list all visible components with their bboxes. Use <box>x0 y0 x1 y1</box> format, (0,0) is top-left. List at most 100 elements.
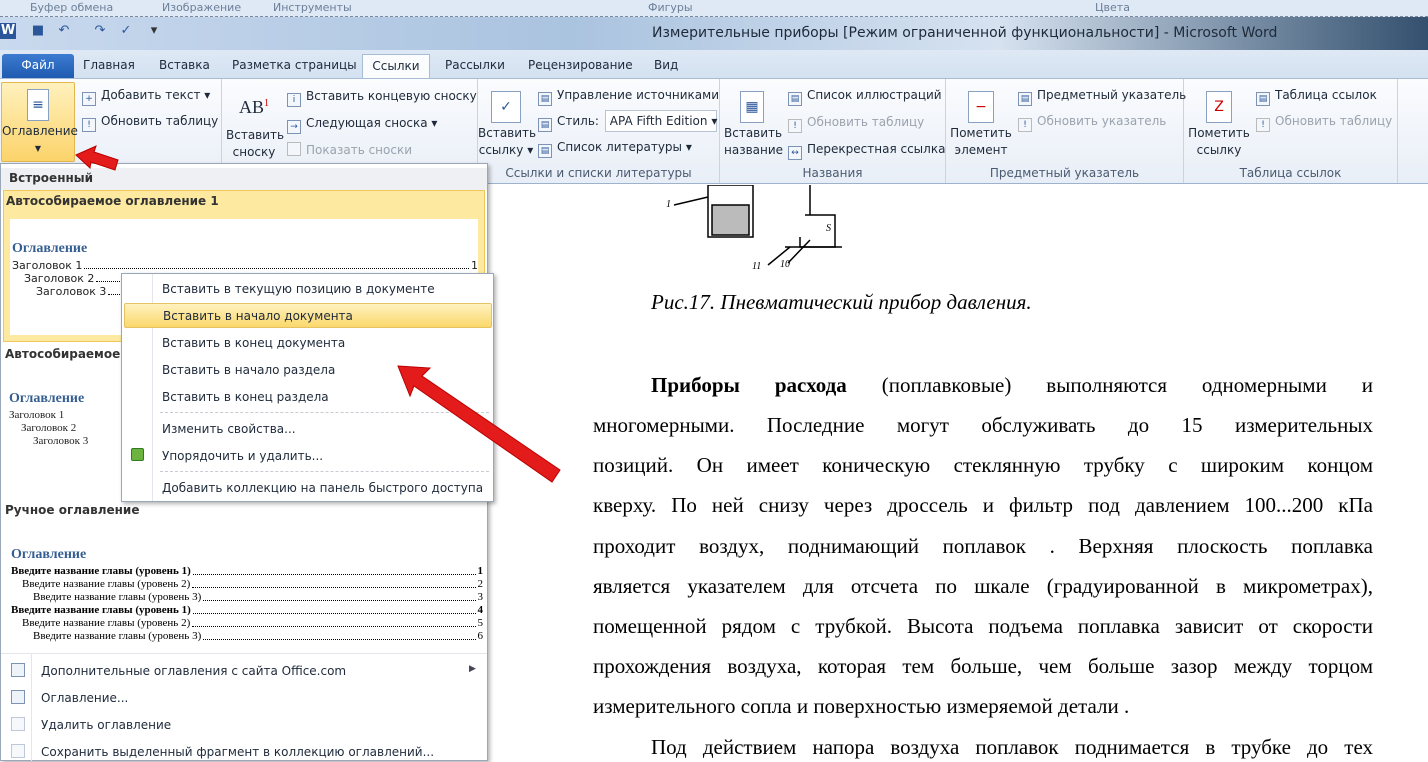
menu-item-insert-section-start[interactable]: Вставить в начало раздела <box>124 358 492 383</box>
spelling-icon[interactable]: ✓ <box>118 23 134 39</box>
menu-item-edit-properties[interactable]: Изменить свойства... <box>124 417 492 442</box>
update-figures-button[interactable]: ! Обновить таблицу <box>788 112 925 133</box>
table-of-figures-button[interactable]: ▤ Список иллюстраций <box>788 85 942 106</box>
menu-item-insert-doc-start[interactable]: Вставить в начало документа <box>124 303 492 328</box>
figure-label: 11 <box>752 261 761 272</box>
tab-insert[interactable]: Вставка <box>151 54 218 78</box>
page: 4 <box>477 604 484 616</box>
toc-line: Введите название главы (уровень 1) 4 <box>11 604 483 617</box>
insert-index-button[interactable]: ▤ Предметный указатель <box>1018 85 1186 106</box>
label: сноску <box>232 145 276 159</box>
figure-caption: Рис.17. Пневматический прибор давления. <box>651 290 1032 314</box>
insert-citation-button[interactable]: ✓ Вставить ссылку ▾ <box>478 85 536 159</box>
insert-position-context-menu: Вставить в текущую позицию в документе В… <box>121 273 494 502</box>
ribbon-tabs: Файл Главная Вставка Разметка страницы С… <box>0 50 1428 78</box>
menu-item-organize-delete[interactable]: Упорядочить и удалить... <box>124 444 492 469</box>
toc-line: Введите название главы (уровень 3) 6 <box>11 630 483 643</box>
label: Следующая сноска <box>306 116 428 130</box>
menu-item-insert-current[interactable]: Вставить в текущую позицию в документе <box>124 277 492 302</box>
text: Введите название главы (уровень 2) <box>22 578 191 590</box>
figure-drawing: 1 11 10 S <box>666 185 842 272</box>
menu-item-toc-dialog[interactable]: Оглавление... <box>41 691 128 705</box>
update-icon: ! <box>1018 118 1032 132</box>
text-line: прохождения воздуха, которая тем больше,… <box>593 654 1373 678</box>
tab-page-layout[interactable]: Разметка страницы <box>224 54 365 78</box>
text-line: Приборы расхода (поплавковые) выполняютс… <box>651 370 1373 400</box>
office-com-icon <box>11 663 25 677</box>
add-text-button[interactable]: + Добавить текст ▾ <box>82 85 210 106</box>
menu-item-insert-doc-end[interactable]: Вставить в конец документа <box>124 331 492 356</box>
add-text-icon: + <box>82 92 96 106</box>
toc-line: Введите название главы (уровень 3) 3 <box>11 591 483 604</box>
tab-file[interactable]: Файл <box>2 54 74 78</box>
update-table-button[interactable]: ! Обновить таблицу <box>82 111 218 132</box>
style-row: ▤ Стиль: APA Fifth Edition ▾ <box>538 110 717 132</box>
text: (поплавковые) выполняются одномерными и <box>846 373 1373 397</box>
text-line: Под действием напора воздуха поплавок по… <box>651 735 1373 759</box>
text-line: кверху. По ней снизу через дроссель и фи… <box>593 493 1373 517</box>
menu-item-more-toc[interactable]: Дополнительные оглавления с сайта Office… <box>41 664 346 678</box>
show-notes-button[interactable]: Показать сноски <box>287 140 412 160</box>
mark-entry-button[interactable]: − Пометить элемент <box>948 85 1014 159</box>
caption-icon: ▦ <box>740 91 764 123</box>
index-icon: ▤ <box>1018 92 1032 106</box>
insert-caption-button[interactable]: ▦ Вставить название <box>724 85 784 159</box>
update-index-button[interactable]: ! Обновить указатель <box>1018 111 1166 132</box>
divider <box>1 653 487 654</box>
menu-item-insert-section-end[interactable]: Вставить в конец раздела <box>124 385 492 410</box>
group-label: Ссылки и списки литературы <box>505 166 692 180</box>
next-footnote-icon: → <box>287 120 301 134</box>
insert-footnote-button[interactable]: AB1 Вставить сноску <box>226 89 284 161</box>
group-label: Буфер обмена <box>30 1 114 14</box>
tab-references[interactable]: Ссылки <box>362 54 430 78</box>
text-line: позиций. Он имеет коническую стеклянную … <box>593 453 1373 477</box>
bibliography-button[interactable]: ▤ Список литературы ▾ <box>538 137 692 158</box>
update-toa-button[interactable]: ! Обновить таблицу <box>1256 111 1393 132</box>
endnote-icon: i <box>287 93 301 107</box>
footnote-icon: AB1 <box>238 97 269 117</box>
title-bar: W ■ ↶ ↷ ✓ ▾ Измерительные приборы [Режим… <box>0 17 1428 50</box>
chevron-down-icon: ▼ <box>34 144 42 153</box>
mark-citation-button[interactable]: Z Пометить ссылку <box>1186 85 1252 159</box>
label: название <box>724 143 784 157</box>
tab-mailings[interactable]: Рассылки <box>437 54 513 78</box>
label: Обновить таблицу <box>807 115 925 129</box>
redo-icon[interactable]: ↷ <box>92 23 108 39</box>
tab-view[interactable]: Вид <box>646 54 686 78</box>
toa-icon: ▤ <box>1256 92 1270 106</box>
save-icon[interactable]: ■ <box>30 23 46 39</box>
group-label: Предметный указатель <box>989 166 1140 180</box>
label: Вставить концевую сноску <box>306 89 477 103</box>
next-footnote-button[interactable]: → Следующая сноска ▾ <box>287 113 437 134</box>
undo-icon[interactable]: ↶ <box>56 23 72 39</box>
toc-label: Оглавление <box>2 124 78 138</box>
mark-entry-icon: − <box>968 91 994 123</box>
label: ссылку <box>1196 143 1242 157</box>
text: Введите название главы (уровень 1) <box>11 604 191 616</box>
tab-review[interactable]: Рецензирование <box>520 54 641 78</box>
toc-line: Введите название главы (уровень 2) 2 <box>11 578 483 591</box>
tab-home[interactable]: Главная <box>75 54 143 78</box>
label: Добавить текст <box>101 88 201 102</box>
menu-item-remove-toc[interactable]: Удалить оглавление <box>41 718 171 732</box>
text: Введите название главы (уровень 3) <box>33 630 202 642</box>
divider <box>160 412 489 413</box>
group-citations: ✓ Вставить ссылку ▾ ▤ Управление источника… <box>478 79 720 183</box>
label: ссылку <box>478 143 524 157</box>
text: Заголовок 2 <box>24 272 95 285</box>
toc-manual-option[interactable]: Ручное оглавление Оглавление Введите наз… <box>5 503 483 653</box>
group-label: Изображение <box>162 1 242 14</box>
page: 6 <box>477 630 484 642</box>
style-dropdown[interactable]: APA Fifth Edition ▾ <box>604 110 717 132</box>
figure-label: 10 <box>780 259 790 270</box>
menu-item-add-to-qat[interactable]: Добавить коллекцию на панель быстрого до… <box>124 476 492 501</box>
insert-toa-button[interactable]: ▤ Таблица ссылок <box>1256 85 1377 106</box>
menu-item-save-selection[interactable]: Сохранить выделенный фрагмент в коллекци… <box>41 745 434 759</box>
text: Заголовок 3 <box>36 285 107 298</box>
cross-reference-button[interactable]: ↔ Перекрестная ссылка <box>788 139 945 160</box>
manage-sources-button[interactable]: ▤ Управление источниками <box>538 85 719 106</box>
label: Обновить таблицу <box>1275 114 1393 128</box>
toc-button[interactable]: ≡ Оглавление ▼ <box>1 82 78 162</box>
customize-qat-icon[interactable]: ▾ <box>146 23 162 39</box>
insert-endnote-button[interactable]: i Вставить концевую сноску <box>287 86 477 107</box>
